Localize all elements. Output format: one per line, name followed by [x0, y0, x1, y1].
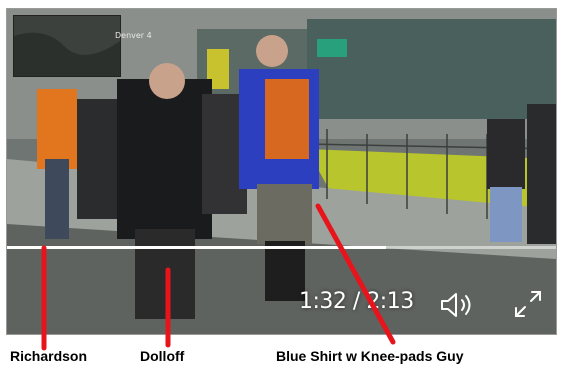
- pip-scene: [14, 16, 120, 76]
- fullscreen-button[interactable]: [510, 286, 546, 322]
- label-richardson: Richardson: [10, 348, 88, 364]
- time-display: 1:32 / 2:13: [299, 289, 414, 314]
- volume-button[interactable]: [439, 291, 477, 319]
- speaker-icon: [441, 293, 471, 317]
- pip-label: Denver 4: [115, 31, 152, 40]
- current-time: 1:32: [299, 289, 347, 314]
- duration: 2:13: [366, 289, 414, 314]
- expand-icon: [515, 291, 541, 317]
- video-player[interactable]: Denver 4 1:32 / 2:13: [6, 8, 557, 335]
- picture-in-picture-thumbnail[interactable]: [13, 15, 121, 77]
- label-blue-shirt: Blue Shirt w Knee-pads Guy: [276, 348, 464, 364]
- label-dolloff: Dolloff: [140, 348, 185, 364]
- progress-bar-fill: [7, 246, 386, 249]
- progress-bar[interactable]: [7, 246, 556, 249]
- time-separator: /: [346, 289, 367, 314]
